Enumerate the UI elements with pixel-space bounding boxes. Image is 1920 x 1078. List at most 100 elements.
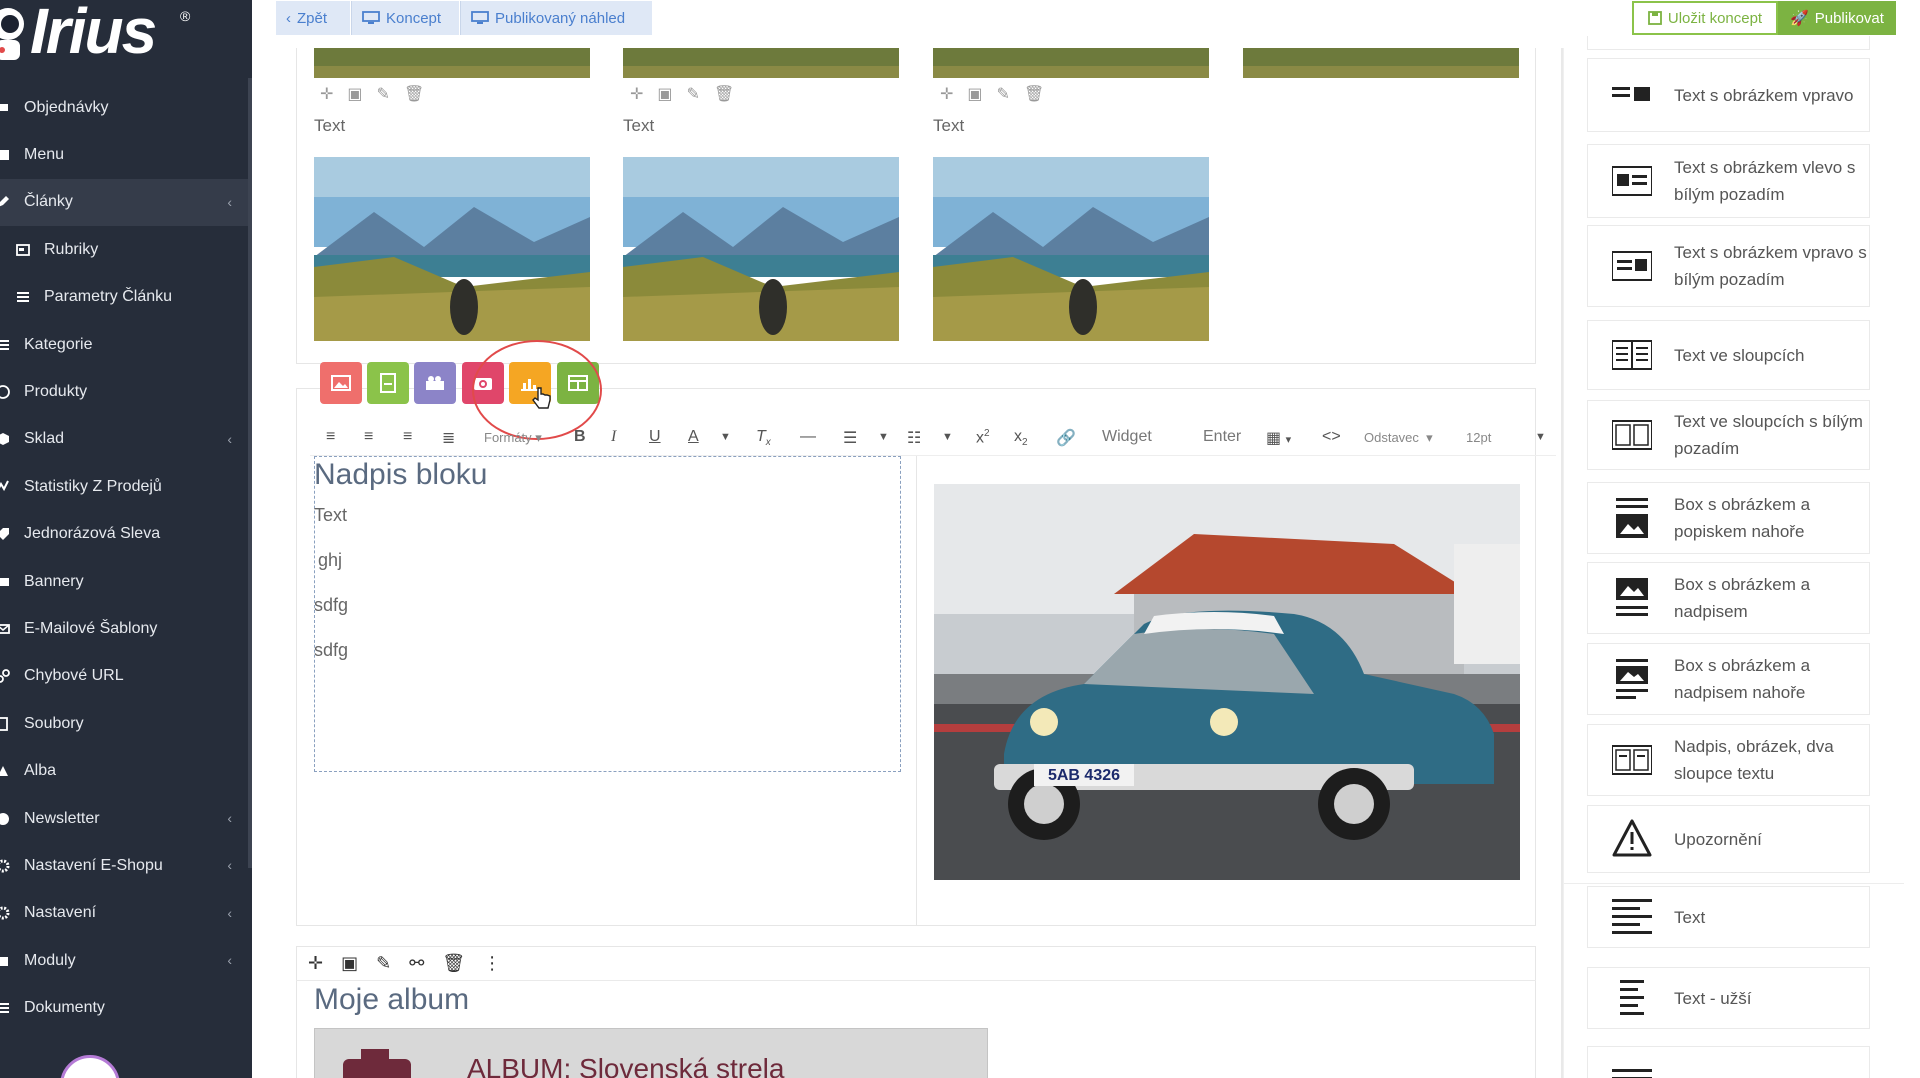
source-code-icon[interactable]: <> (1322, 428, 1341, 446)
widget-item[interactable]: Box s obrázkem a nadpisem (1587, 562, 1870, 634)
sidebar-item-dokumenty[interactable]: Dokumenty (0, 984, 252, 1031)
widget-item[interactable]: Box s obrázkem a nadpisem nahoře (1587, 643, 1870, 715)
publish-button[interactable]: 🚀 Publikovat (1778, 1, 1896, 35)
block-heading[interactable]: Nadpis bloku (314, 458, 487, 492)
bullet-list-icon[interactable]: ☰ (843, 428, 857, 448)
pencil-icon[interactable]: ✎ (687, 84, 700, 104)
clear-format-icon[interactable]: Tx (756, 428, 771, 448)
horizontal-rule-icon[interactable]: — (800, 428, 816, 446)
insert-video-button[interactable] (414, 362, 456, 404)
sidebar-item-rubriky[interactable]: Rubriky (0, 226, 252, 273)
sidebar-item-jednor-zov-sleva[interactable]: Jednorázová Sleva (0, 511, 252, 558)
formats-dropdown[interactable]: Formáty ▾ (484, 430, 542, 446)
sidebar-item--l-nky[interactable]: Články ‹ (0, 178, 252, 227)
insert-image-button[interactable] (320, 362, 362, 404)
sidebar-item-nastaven-e-shopu[interactable]: Nastavení E-Shopu ‹ (0, 842, 252, 889)
sidebar-item-statistiky-z-prodej-[interactable]: Statistiky Z Prodejů (0, 463, 252, 510)
font-size-dropdown[interactable]: 12pt (1466, 430, 1491, 445)
gallery-image[interactable] (933, 157, 1209, 341)
block-paragraph[interactable]: ghj (318, 550, 342, 571)
move-icon[interactable]: ✛ (630, 84, 643, 104)
paragraph-dropdown[interactable]: Odstavec ▾ (1364, 430, 1433, 446)
widget-item[interactable]: Text - užší (1587, 967, 1870, 1029)
gallery-image[interactable] (623, 157, 899, 341)
gallery-caption[interactable]: Text (314, 116, 345, 136)
sidebar-scrollbar[interactable] (248, 78, 252, 868)
sidebar-item-objedn-vky[interactable]: Objednávky (0, 84, 252, 131)
album-banner[interactable]: ALBUM: Slovenská strela (314, 1028, 988, 1078)
sidebar-item-alba[interactable]: Alba (0, 747, 252, 794)
pencil-icon[interactable]: ✎ (377, 84, 390, 104)
insert-file-button[interactable] (367, 362, 409, 404)
widget-item[interactable]: Text s obrázkem vpravo s bílým pozadím (1587, 225, 1870, 307)
trash-icon[interactable]: 🗑 (714, 84, 734, 104)
sidebar-item-kategorie[interactable]: Kategorie (0, 321, 252, 368)
move-icon[interactable]: ✛ (308, 953, 323, 974)
block-paragraph[interactable]: sdfg (314, 595, 348, 616)
album-title[interactable]: Moje album (314, 983, 469, 1017)
text-color-button[interactable]: A (688, 428, 699, 446)
subscript-icon[interactable]: x2 (1014, 428, 1028, 448)
table-dropdown[interactable]: ▦ ▾ (1266, 428, 1291, 448)
widget-partial[interactable] (1587, 36, 1870, 50)
sidebar-item-produkty[interactable]: Produkty (0, 368, 252, 415)
trash-icon[interactable]: 🗑 (404, 84, 424, 104)
align-right-icon[interactable]: ≡ (403, 428, 412, 446)
move-icon[interactable]: ✛ (320, 84, 333, 104)
pencil-icon[interactable]: ✎ (997, 84, 1010, 104)
enter-button[interactable]: Enter (1203, 428, 1241, 446)
image-icon[interactable]: ▣ (967, 84, 982, 104)
align-left-icon[interactable]: ≡ (326, 428, 335, 446)
published-preview-button[interactable]: Publikovaný náhled (460, 1, 652, 35)
sidebar-item-moduly[interactable]: Moduly ‹ (0, 937, 252, 984)
widget-item[interactable]: Text (1587, 886, 1870, 948)
widget-item[interactable]: Nadpis, obrázek, dva sloupce textu (1587, 724, 1870, 796)
more-vertical-icon[interactable]: ⋮ (483, 953, 501, 974)
trash-icon[interactable]: 🗑 (1024, 84, 1044, 104)
move-icon[interactable]: ✛ (940, 84, 953, 104)
bold-button[interactable]: B (574, 428, 586, 446)
widget-item[interactable]: Box s obrázkem a popiskem nahoře (1587, 482, 1870, 554)
image-icon[interactable]: ▣ (347, 84, 362, 104)
sidebar-item-parametry-l-nku[interactable]: Parametry Článku (0, 274, 252, 321)
align-justify-icon[interactable]: ≣ (442, 428, 455, 448)
widget-button[interactable]: Widget (1102, 428, 1152, 446)
trash-icon[interactable]: 🗑 (442, 953, 465, 974)
chevron-down-icon[interactable]: ▼ (1535, 431, 1546, 443)
chevron-down-icon[interactable]: ▼ (878, 431, 889, 443)
sidebar-item-chybov-url[interactable]: Chybové URL (0, 653, 252, 700)
chevron-down-icon[interactable]: ▼ (720, 431, 731, 443)
block-paragraph[interactable]: sdfg (314, 640, 348, 661)
link-icon[interactable]: 🔗 (1056, 428, 1076, 448)
underline-button[interactable]: U (649, 428, 661, 446)
sidebar-item-bannery[interactable]: Bannery (0, 558, 252, 605)
gallery-image-strip[interactable] (1243, 48, 1519, 78)
draft-button[interactable]: Koncept (351, 1, 459, 35)
sidebar-item-menu[interactable]: Menu (0, 131, 252, 178)
gallery-image[interactable] (314, 157, 590, 341)
sidebar-item-sklad[interactable]: Sklad ‹ (0, 416, 252, 463)
image-icon[interactable]: ▣ (657, 84, 672, 104)
gallery-image-strip[interactable] (933, 48, 1209, 78)
back-button[interactable]: ‹ Zpět (276, 1, 350, 35)
superscript-icon[interactable]: x2 (976, 428, 990, 447)
numbered-list-icon[interactable]: ☷ (907, 428, 921, 448)
save-draft-button[interactable]: Uložit koncept (1632, 1, 1778, 35)
widget-item[interactable]: Upozornění (1587, 805, 1870, 873)
gallery-image-strip[interactable] (623, 48, 899, 78)
gallery-caption[interactable]: Text (933, 116, 964, 136)
chevron-down-icon[interactable]: ▼ (942, 431, 953, 443)
gallery-caption[interactable]: Text (623, 116, 654, 136)
widget-item[interactable]: Text s obrázkem vpravo (1587, 58, 1870, 132)
sidebar-item-newsletter[interactable]: Newsletter ‹ (0, 795, 252, 842)
block-paragraph[interactable]: Text (314, 505, 347, 526)
sidebar-item-nastaven-[interactable]: Nastavení ‹ (0, 890, 252, 937)
widget-item[interactable]: Text s obrázkem vlevo s bílým pozadím (1587, 144, 1870, 218)
sidebar-item-soubory[interactable]: Soubory (0, 700, 252, 747)
car-image[interactable]: 5AB 4326 (934, 484, 1520, 880)
sidebar-item-e-mailov-ablony[interactable]: E-Mailové Šablony (0, 605, 252, 652)
logo[interactable]: Irius ® (0, 0, 252, 68)
avatar[interactable] (60, 1055, 120, 1078)
image-icon[interactable]: ▣ (341, 953, 358, 974)
align-center-icon[interactable]: ≡ (364, 428, 373, 446)
